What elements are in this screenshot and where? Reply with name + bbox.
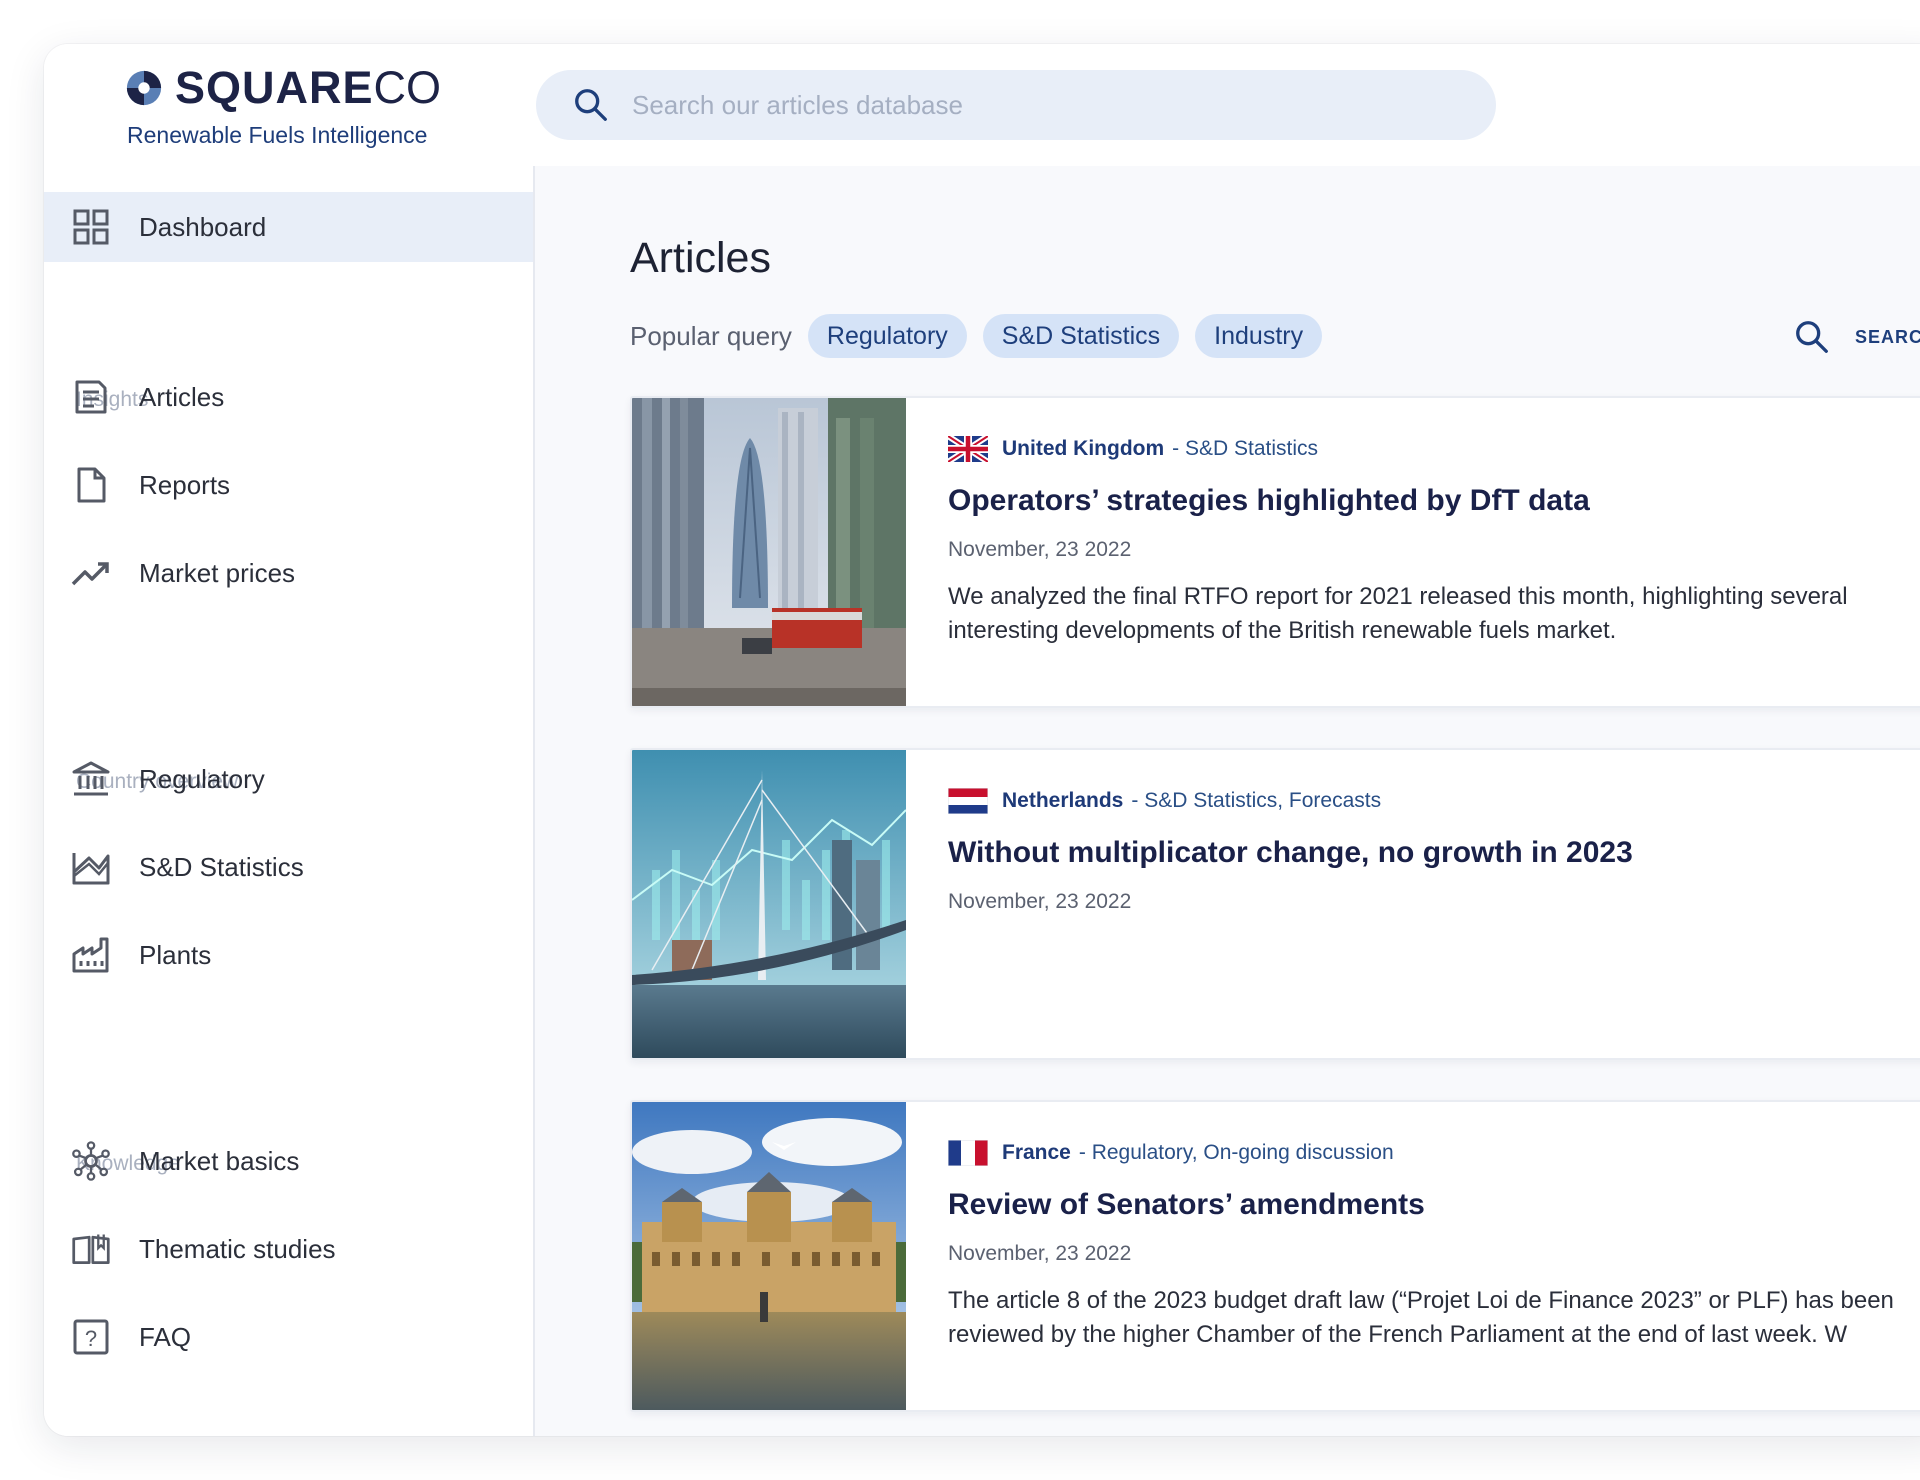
article-country: France <box>1002 1141 1071 1164</box>
sidebar-item-label: Market prices <box>139 557 296 588</box>
page-title: Articles <box>630 234 771 282</box>
area-chart-icon <box>71 847 111 887</box>
sidebar-item-label: S&D Statistics <box>139 851 304 882</box>
chip-sd-statistics[interactable]: S&D Statistics <box>982 314 1180 358</box>
trending-up-icon <box>71 553 111 593</box>
chip-industry[interactable]: Industry <box>1195 314 1323 358</box>
article-country: Netherlands <box>1002 789 1124 812</box>
sidebar-item-plants[interactable]: Plants <box>44 920 533 990</box>
article-tags: - S&D Statistics <box>1172 437 1319 460</box>
uk-flag-icon <box>948 436 988 462</box>
sidebar-item-faq[interactable]: ? FAQ <box>44 1302 533 1372</box>
svg-text:?: ? <box>85 1326 97 1351</box>
app-window: SQUARECO Renewable Fuels Intelligence Se… <box>44 44 1920 1436</box>
article-body: United Kingdom - S&D Statistics Operator… <box>948 432 1920 648</box>
excerpt-line: reviewed by the higher Chamber of the Fr… <box>948 1321 1848 1348</box>
search-label: SEARCH <box>1855 326 1920 347</box>
brand-tagline: Renewable Fuels Intelligence <box>127 122 428 148</box>
sidebar-item-articles[interactable]: Articles <box>44 362 533 432</box>
network-nodes-icon <box>71 1141 111 1181</box>
sidebar-item-thematic-studies[interactable]: Thematic studies <box>44 1214 533 1284</box>
article-excerpt: The article 8 of the 2023 budget draft l… <box>948 1284 1920 1352</box>
global-search[interactable] <box>536 70 1496 140</box>
sidebar-item-label: FAQ <box>139 1321 192 1352</box>
search-icon <box>575 89 607 121</box>
france-flag-icon <box>948 1140 988 1166</box>
factory-icon <box>71 935 111 975</box>
article-title[interactable]: Operators’ strategies highlighted by DfT… <box>948 484 1920 518</box>
help-question-icon: ? <box>71 1317 111 1357</box>
sidebar-item-reports[interactable]: Reports <box>44 450 533 520</box>
articles-search-button[interactable]: SEARCH <box>1793 318 1920 356</box>
brand-logo[interactable]: SQUARECO Renewable Fuels Intelligence <box>125 60 441 149</box>
excerpt-line: The article 8 of the 2023 budget draft l… <box>948 1287 1894 1314</box>
article-icon <box>71 377 111 417</box>
search-input[interactable] <box>630 88 1454 122</box>
sidebar-item-label: Dashboard <box>139 211 267 242</box>
article-card[interactable]: United Kingdom - S&D Statistics Operator… <box>630 396 1920 708</box>
sidebar-item-label: Reports <box>139 469 231 500</box>
document-icon <box>71 465 111 505</box>
sidebar-item-market-prices[interactable]: Market prices <box>44 538 533 608</box>
article-card[interactable]: France - Regulatory, On-going discussion… <box>630 1100 1920 1412</box>
rotterdam-bridge-thumbnail <box>632 750 906 1058</box>
chip-regulatory[interactable]: Regulatory <box>807 314 967 358</box>
london-city-thumbnail <box>632 398 906 706</box>
bank-building-icon <box>71 759 111 799</box>
article-title[interactable]: Without multiplicator change, no growth … <box>948 836 1920 870</box>
popular-query-label: Popular query <box>630 320 792 351</box>
sidebar-item-regulatory[interactable]: Regulatory <box>44 744 533 814</box>
sidebar-item-sd-statistics[interactable]: S&D Statistics <box>44 832 533 902</box>
sidebar-item-label: Market basics <box>139 1145 300 1176</box>
sidebar-item-label: Thematic studies <box>139 1233 336 1264</box>
article-tags: - S&D Statistics, Forecasts <box>1131 789 1382 812</box>
article-date: November, 23 2022 <box>948 1242 1132 1265</box>
netherlands-flag-icon <box>948 788 988 814</box>
sidebar-item-label: Plants <box>139 939 212 970</box>
search-icon <box>1796 321 1828 353</box>
open-book-icon <box>71 1229 111 1269</box>
top-header: SQUARECO Renewable Fuels Intelligence <box>44 44 1920 168</box>
article-meta: United Kingdom - S&D Statistics <box>948 432 1920 466</box>
excerpt-line: We analyzed the final RTFO report for 20… <box>948 583 1848 610</box>
article-meta: France - Regulatory, On-going discussion <box>948 1136 1920 1170</box>
article-country: United Kingdom <box>1002 437 1165 460</box>
sidebar: Dashboard Insights Articles Reports Mark… <box>44 166 535 1436</box>
article-excerpt: We analyzed the final RTFO report for 20… <box>948 580 1920 648</box>
article-title[interactable]: Review of Senators’ amendments <box>948 1188 1920 1222</box>
article-date: November, 23 2022 <box>948 538 1132 561</box>
dashboard-grid-icon <box>71 207 111 247</box>
article-tags: - Regulatory, On-going discussion <box>1078 1141 1394 1164</box>
article-card[interactable]: Netherlands - S&D Statistics, Forecasts … <box>630 748 1920 1060</box>
main-content: Articles Popular query Regulatory S&D St… <box>535 166 1920 1436</box>
sidebar-item-market-basics[interactable]: Market basics <box>44 1126 533 1196</box>
excerpt-line: interesting developments of the British … <box>948 617 1617 644</box>
article-body: France - Regulatory, On-going discussion… <box>948 1136 1920 1352</box>
article-body: Netherlands - S&D Statistics, Forecasts … <box>948 784 1920 914</box>
brand-name: SQUARECO <box>175 62 442 113</box>
sidebar-item-label: Articles <box>139 381 225 412</box>
squareco-logo-icon <box>126 70 162 106</box>
popular-queries: Popular query Regulatory S&D Statistics … <box>630 314 1338 358</box>
article-meta: Netherlands - S&D Statistics, Forecasts <box>948 784 1920 818</box>
sidebar-item-dashboard[interactable]: Dashboard <box>44 192 533 262</box>
sidebar-item-label: Regulatory <box>139 763 265 794</box>
article-date: November, 23 2022 <box>948 890 1132 913</box>
luxembourg-palace-thumbnail <box>632 1102 906 1410</box>
